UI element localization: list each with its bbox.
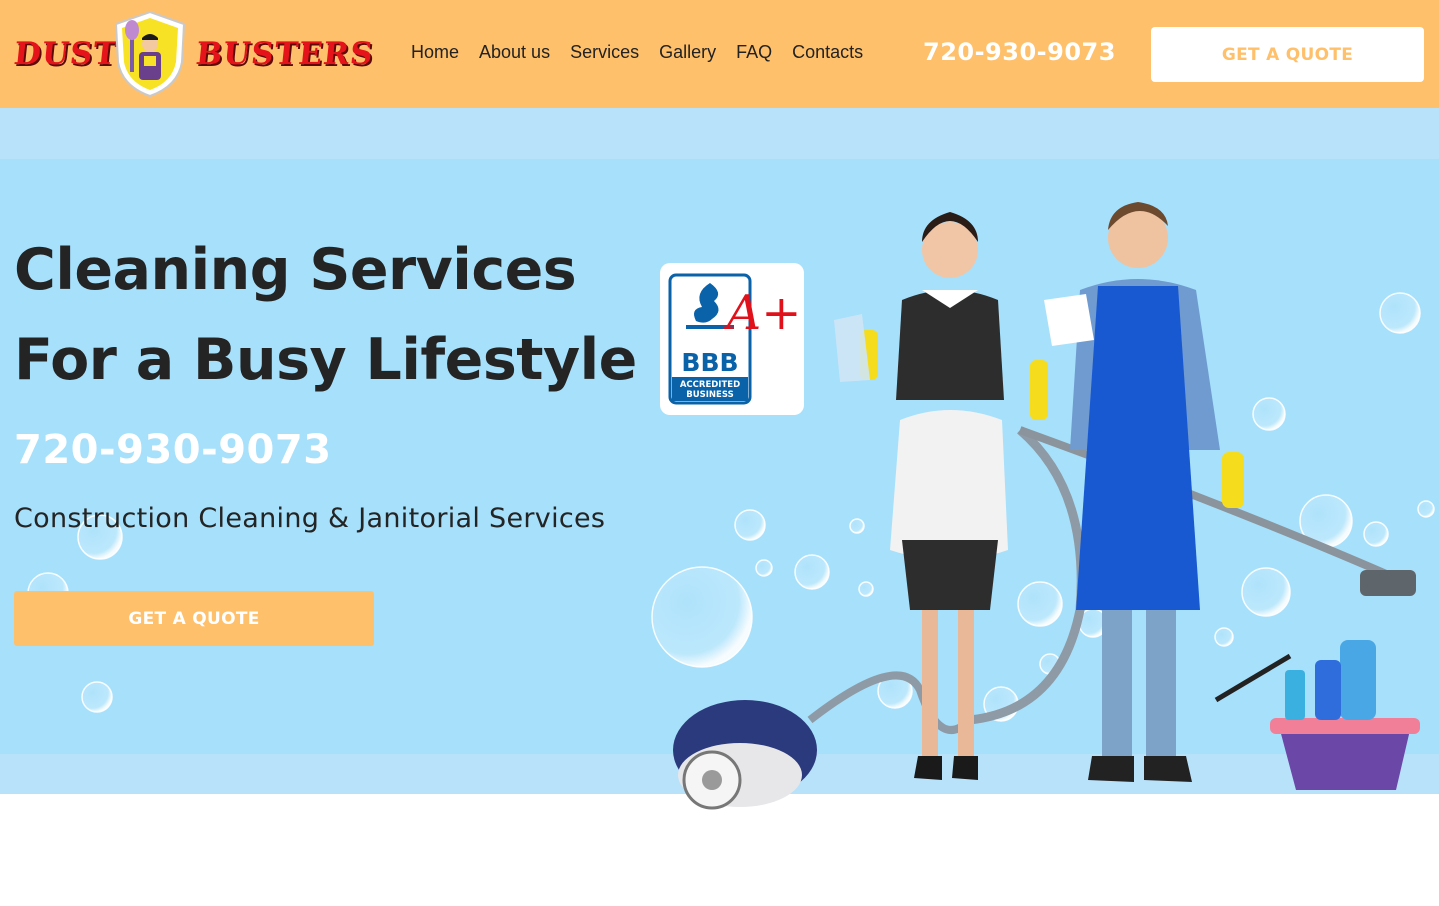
hero-title-line-2: For a Busy Lifestyle: [14, 327, 637, 393]
nav-item-gallery[interactable]: Gallery: [659, 42, 716, 63]
nav-item-services[interactable]: Services: [570, 42, 639, 63]
woman-cleaner-figure: [834, 212, 1048, 780]
hero-get-quote-button[interactable]: GET A QUOTE: [14, 591, 374, 646]
hero-top-band: [0, 108, 1439, 159]
logo-word-busters: BUSTERS: [194, 36, 376, 72]
cleaning-staff-illustration: [673, 202, 1420, 810]
hero-phone-link[interactable]: 720-930-9073: [14, 427, 332, 473]
nav-item-home[interactable]: Home: [411, 42, 459, 63]
logo-mascot-icon: [114, 10, 186, 98]
nav-item-about-us[interactable]: About us: [479, 42, 550, 63]
hero-title-line-1: Cleaning Services: [14, 237, 577, 303]
cleaning-supplies-bucket-icon: [1214, 640, 1420, 790]
nav-item-faq[interactable]: FAQ: [736, 42, 772, 63]
nav-item-contacts[interactable]: Contacts: [792, 42, 863, 63]
site-header: DUST BUSTERS Home About us Services Gall…: [0, 0, 1439, 108]
header-phone-link[interactable]: 720-930-9073: [923, 38, 1116, 66]
main-nav: Home About us Services Gallery FAQ Conta…: [411, 42, 883, 63]
dust-busters-logo[interactable]: DUST BUSTERS: [12, 10, 375, 98]
header-get-quote-button[interactable]: GET A QUOTE: [1151, 27, 1424, 82]
logo-word-dust: DUST: [12, 36, 120, 72]
man-cleaner-figure: [1044, 202, 1244, 782]
hero-subtitle: Construction Cleaning & Janitorial Servi…: [14, 503, 606, 534]
